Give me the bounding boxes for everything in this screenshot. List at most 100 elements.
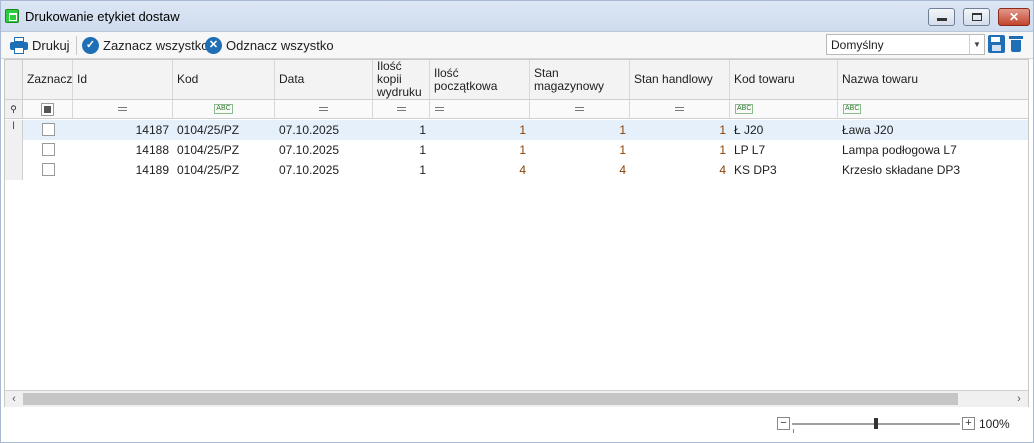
cell-kopie[interactable]: 1 — [373, 140, 430, 160]
table-row[interactable]: I 14187 0104/25/PZ 07.10.2025 1 1 1 1 Ł … — [5, 120, 1028, 140]
filter-nazwa[interactable]: ABC — [838, 100, 1028, 118]
cell-kod: 0104/25/PZ — [177, 123, 240, 137]
layout-select[interactable]: Domyślny ▼ — [826, 34, 985, 55]
cell-poczatkowa: 1 — [519, 123, 526, 137]
save-layout-icon[interactable] — [988, 35, 1005, 53]
print-button[interactable]: Drukuj — [10, 35, 70, 55]
app-icon — [5, 9, 19, 23]
column-header-kopie[interactable]: Ilość kopii wydruku — [373, 60, 430, 99]
filter-magazynowy[interactable] — [530, 100, 630, 118]
row-checkbox-cell[interactable] — [23, 140, 73, 160]
row-indicator-header — [5, 60, 23, 99]
column-header-id[interactable]: Id — [73, 60, 173, 99]
cell-kopie[interactable]: 1 — [373, 160, 430, 180]
filter-poczatkowa[interactable] — [430, 100, 530, 118]
table-row[interactable]: 14189 0104/25/PZ 07.10.2025 1 4 4 4 KS D… — [5, 160, 1028, 180]
cell-poczatkowa: 1 — [519, 143, 526, 157]
equals-icon — [575, 107, 584, 111]
cell-kod: 0104/25/PZ — [177, 143, 240, 157]
row-checkbox-cell[interactable] — [23, 120, 73, 140]
close-icon: ✕ — [1008, 10, 1020, 24]
filter-handlowy[interactable] — [630, 100, 730, 118]
row-checkbox-cell[interactable] — [23, 160, 73, 180]
title-bar: Drukowanie etykiet dostaw ✕ — [1, 1, 1033, 32]
column-header-nazwa[interactable]: Nazwa towaru — [838, 60, 1028, 99]
equals-icon — [319, 107, 328, 111]
print-label: Drukuj — [32, 37, 70, 53]
text-filter-icon: ABC — [735, 104, 754, 114]
cell-data: 07.10.2025 — [279, 163, 340, 177]
minimize-button[interactable] — [928, 8, 955, 26]
cell-handlowy: 1 — [719, 143, 726, 157]
row-indicator — [5, 160, 23, 180]
row-indicator — [5, 140, 23, 160]
filter-row: ⚲ ABC ABC ABC — [5, 100, 1028, 119]
row-checkbox[interactable] — [41, 123, 55, 136]
row-checkbox[interactable] — [41, 163, 55, 176]
cell-id: 14187 — [135, 123, 169, 137]
scrollbar-thumb[interactable] — [23, 393, 958, 405]
toolbar-separator — [76, 36, 77, 55]
filter-pin-icon: ⚲ — [5, 100, 23, 118]
cell-handlowy: 4 — [719, 163, 726, 177]
filter-checkbox[interactable] — [41, 102, 54, 116]
chevron-down-icon[interactable]: ▼ — [969, 35, 984, 54]
horizontal-scrollbar[interactable]: ‹ › — [5, 390, 1028, 407]
column-header-zaznacz[interactable]: Zaznacz — [23, 60, 73, 99]
x-circle-icon: ✕ — [205, 36, 222, 54]
cell-kod-towaru: Ł J20 — [734, 123, 764, 137]
cell-magazynowy: 1 — [619, 143, 626, 157]
cell-kopie[interactable]: 1 — [373, 120, 430, 140]
deselect-all-label: Odznacz wszystko — [226, 37, 334, 53]
row-cursor-indicator: I — [5, 120, 23, 140]
select-all-button[interactable]: ✓ Zaznacz wszystko — [82, 35, 208, 55]
minimize-icon — [937, 18, 947, 21]
scroll-left-icon[interactable]: ‹ — [6, 392, 22, 407]
column-header-poczatkowa[interactable]: Ilość początkowa — [430, 60, 530, 99]
cell-nazwa: Lampa podłogowa L7 — [842, 143, 957, 157]
deselect-all-button[interactable]: ✕ Odznacz wszystko — [205, 35, 334, 55]
filter-kod[interactable]: ABC — [173, 100, 275, 118]
table-row[interactable]: 14188 0104/25/PZ 07.10.2025 1 1 1 1 LP L… — [5, 140, 1028, 160]
column-header-kod-towaru[interactable]: Kod towaru — [730, 60, 838, 99]
zoom-slider-thumb[interactable] — [874, 418, 878, 429]
cell-nazwa: Krzesło składane DP3 — [842, 163, 961, 177]
delete-layout-icon[interactable] — [1008, 35, 1024, 53]
layout-select-value: Domyślny — [831, 38, 884, 52]
grid-header: Zaznacz Id Kod Data Ilość kopii wydruku … — [5, 60, 1028, 100]
cell-kod: 0104/25/PZ — [177, 163, 240, 177]
window: Drukowanie etykiet dostaw ✕ Drukuj ✓ Zaz… — [0, 0, 1034, 443]
close-button[interactable]: ✕ — [998, 8, 1030, 26]
cell-handlowy: 1 — [719, 123, 726, 137]
filter-data[interactable] — [275, 100, 373, 118]
column-header-magazynowy[interactable]: Stan magazynowy — [530, 60, 630, 99]
filter-id[interactable] — [73, 100, 173, 118]
zoom-in-button[interactable]: + — [962, 417, 975, 430]
maximize-button[interactable] — [963, 8, 990, 26]
scroll-right-icon[interactable]: › — [1011, 392, 1027, 407]
column-header-kod[interactable]: Kod — [173, 60, 275, 99]
cell-data: 07.10.2025 — [279, 143, 340, 157]
filter-zaznacz[interactable] — [23, 100, 73, 118]
equals-icon — [396, 107, 406, 111]
window-title: Drukowanie etykiet dostaw — [25, 9, 180, 24]
check-circle-icon: ✓ — [82, 36, 99, 54]
text-filter-icon: ABC — [843, 104, 862, 114]
text-filter-icon: ABC — [214, 104, 233, 114]
maximize-icon — [972, 13, 982, 21]
cell-id: 14189 — [135, 163, 169, 177]
row-checkbox[interactable] — [41, 143, 55, 156]
cell-nazwa: Ława J20 — [842, 123, 894, 137]
cell-kod-towaru: LP L7 — [734, 143, 766, 157]
zoom-out-button[interactable]: − — [777, 417, 790, 430]
column-header-handlowy[interactable]: Stan handlowy — [630, 60, 730, 99]
column-header-data[interactable]: Data — [275, 60, 373, 99]
printer-icon — [10, 36, 28, 54]
cell-id: 14188 — [135, 143, 169, 157]
filter-kopie[interactable] — [373, 100, 430, 118]
zoom-level: 100% — [979, 417, 1010, 431]
filter-kod-towaru[interactable]: ABC — [730, 100, 838, 118]
select-all-label: Zaznacz wszystko — [103, 37, 209, 53]
cell-poczatkowa: 4 — [519, 163, 526, 177]
cell-kod-towaru: KS DP3 — [734, 163, 777, 177]
